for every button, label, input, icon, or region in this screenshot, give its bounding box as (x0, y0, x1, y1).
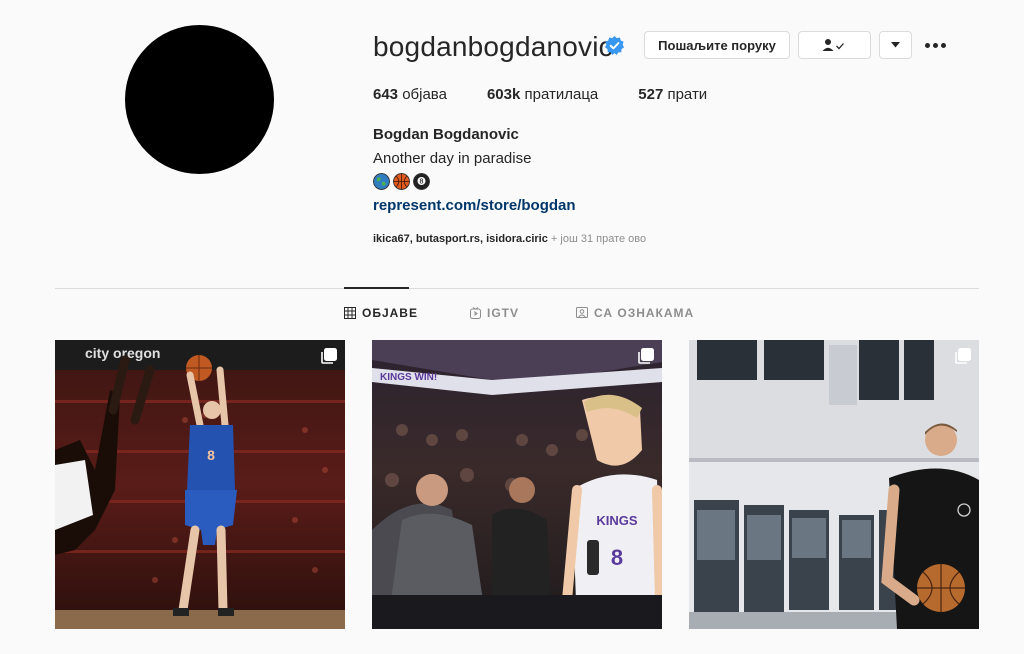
basketball-emoji (393, 173, 410, 190)
tab-igtv[interactable]: IGTV (470, 306, 519, 320)
profile-username: bogdanbogdanovic (373, 31, 613, 62)
post-2-overlay-text: KINGS WIN! (380, 372, 437, 383)
post-photo-2: KINGS WIN! KINGS 8 (372, 340, 662, 629)
multiple-photos-icon (638, 348, 654, 364)
tab-posts-label: ОБЈАВЕ (362, 306, 418, 320)
tab-tagged[interactable]: СА ОЗНАКАМА (576, 306, 694, 320)
globe-emoji (373, 173, 390, 190)
following-count-value: 527 (638, 86, 664, 103)
8-ball-emoji: 8 (413, 173, 430, 190)
message-button[interactable]: Пошаљите поруку (644, 31, 790, 59)
post-1-jersey-number: 8 (207, 447, 215, 463)
verified-badge-icon (605, 36, 624, 55)
person-check-icon (822, 39, 844, 51)
more-dots-icon (925, 42, 930, 48)
suggestions-dropdown-button[interactable] (879, 31, 912, 59)
posts-count-value: 643 (373, 86, 399, 103)
tagged-icon (576, 307, 588, 318)
followed-by-more: + још 31 прате ово (547, 233, 647, 245)
active-tab-indicator (344, 287, 409, 289)
tabs-divider (55, 288, 979, 289)
post-2-jersey-text: KINGS (596, 513, 638, 528)
tab-posts[interactable]: ОБЈАВЕ (344, 306, 418, 320)
following-count[interactable]: 527 прати (638, 86, 707, 103)
followers-count[interactable]: 603k пратилаца (487, 86, 598, 103)
post-thumbnail[interactable]: city oregon 8 (55, 340, 345, 629)
svg-text:8: 8 (419, 178, 423, 186)
post-photo-3 (689, 340, 979, 629)
following-button[interactable] (798, 31, 871, 59)
followers-count-value: 603k (486, 86, 521, 103)
profile-stats: 643 објава 603k пратилаца 527 прати (373, 86, 747, 103)
tab-tagged-label: СА ОЗНАКАМА (594, 306, 695, 320)
followed-by-names: ikica67, butasport.rs, isidora.ciric (373, 233, 548, 245)
multiple-photos-icon (321, 348, 337, 364)
post-thumbnail[interactable]: KINGS WIN! KINGS 8 (372, 340, 662, 629)
more-dot (941, 42, 946, 48)
profile-website-link[interactable]: represent.com/store/bogdan (373, 197, 576, 214)
grid-icon (344, 307, 356, 319)
profile-avatar[interactable] (125, 25, 274, 174)
igtv-icon (470, 307, 481, 319)
posts-count: 643 објава (373, 86, 447, 103)
tab-igtv-label: IGTV (487, 306, 520, 320)
posts-count-label: објава (398, 86, 447, 103)
profile-full-name: Bogdan Bogdanovic (373, 126, 519, 143)
bio-emojis: 8 (373, 173, 430, 190)
more-options-button[interactable] (925, 38, 949, 52)
post-photo-1: city oregon 8 (55, 340, 345, 629)
caret-down-icon (891, 42, 900, 48)
more-dot (933, 42, 938, 48)
post-thumbnail[interactable] (689, 340, 979, 629)
profile-bio: Another day in paradise (373, 150, 532, 167)
followed-by-text[interactable]: ikica67, butasport.rs, isidora.ciric + ј… (373, 233, 646, 245)
following-count-label: прати (663, 86, 708, 103)
post-2-jersey-number: 8 (611, 545, 623, 570)
multiple-photos-icon (955, 348, 971, 364)
followers-count-label: пратилаца (520, 86, 599, 103)
